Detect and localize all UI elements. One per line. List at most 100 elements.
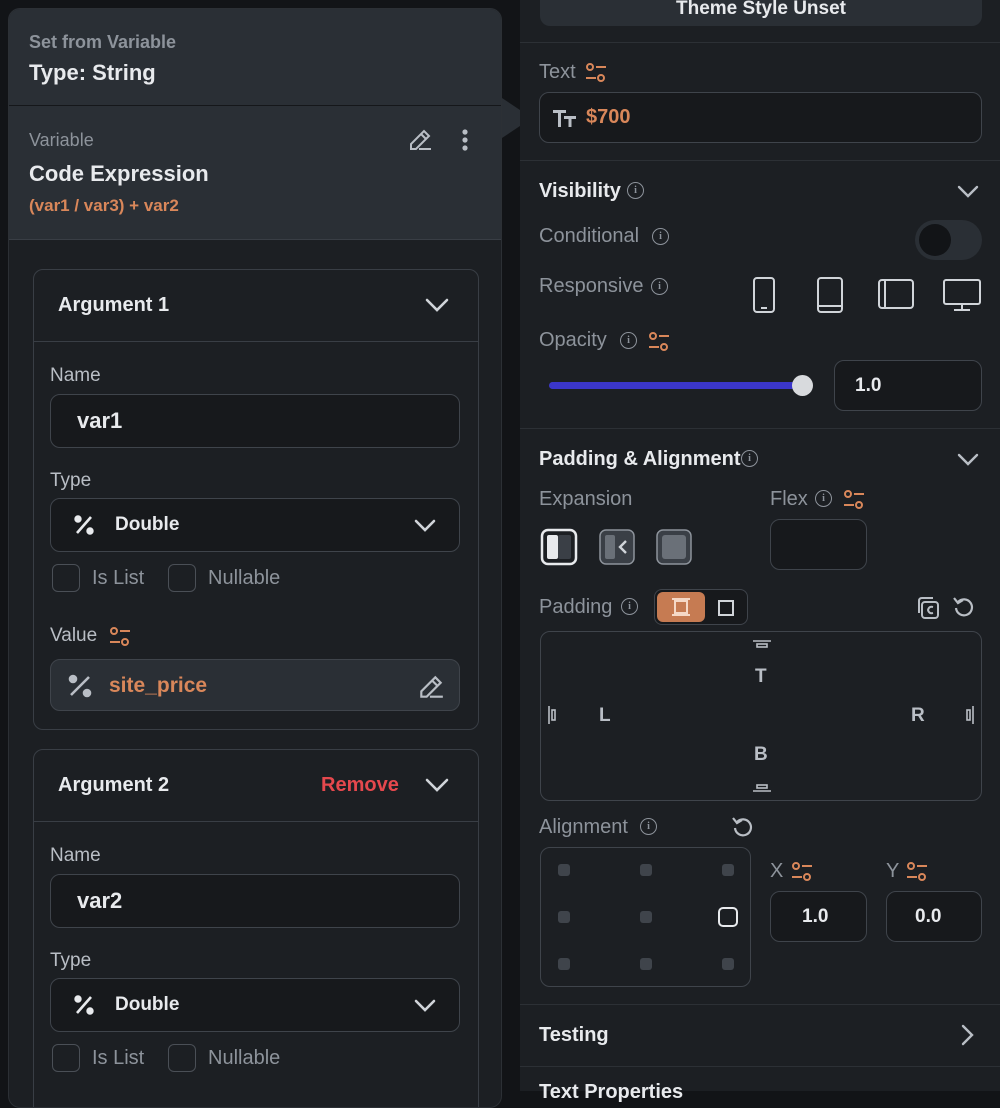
chevron-right-icon[interactable] — [960, 1023, 976, 1047]
name-value: var1 — [77, 408, 123, 433]
argument-2-header[interactable]: Argument 2 Remove — [34, 750, 478, 822]
percent-icon — [73, 514, 95, 536]
padding-right-handle[interactable] — [965, 705, 975, 725]
desktop-icon[interactable] — [942, 278, 982, 312]
nullable-checkbox[interactable] — [168, 564, 196, 592]
remove-argument-button[interactable]: Remove — [321, 774, 399, 797]
info-icon[interactable]: i — [620, 332, 637, 349]
padding-left-handle[interactable] — [547, 705, 557, 725]
alignment-y-input[interactable]: 0.0 — [886, 891, 982, 942]
padding-editor: T L R B — [540, 631, 982, 801]
is-list-label: Is List — [92, 1047, 145, 1069]
is-list-checkbox[interactable] — [52, 564, 80, 592]
variable-section[interactable]: Variable Code Expression (var1 / var3) +… — [9, 106, 501, 239]
next-section-title[interactable]: Text Properties — [539, 1081, 683, 1104]
padding-alignment-title: Padding & Alignment — [539, 448, 741, 470]
name-field[interactable]: var1 — [50, 394, 460, 448]
opacity-slider-fill — [549, 382, 803, 389]
alignment-grid[interactable] — [540, 847, 751, 987]
variable-label: Variable — [29, 130, 94, 150]
more-options-icon[interactable] — [453, 127, 477, 153]
align-center-right-selected[interactable] — [718, 907, 738, 927]
conditional-toggle[interactable] — [915, 220, 982, 260]
theme-style-label: Theme Style Unset — [676, 0, 846, 19]
type-label: Type — [50, 470, 92, 491]
percent-icon — [73, 994, 95, 1016]
align-bottom-left[interactable] — [558, 958, 570, 970]
text-label: Text — [539, 61, 576, 83]
edit-icon[interactable] — [407, 127, 433, 153]
chevron-down-icon[interactable] — [956, 184, 980, 200]
align-bottom-right[interactable] — [722, 958, 734, 970]
padding-bottom-label: B — [754, 744, 768, 765]
variable-binding-icon[interactable] — [584, 62, 608, 84]
name-field[interactable]: var2 — [50, 874, 460, 928]
info-icon[interactable]: i — [815, 490, 832, 507]
expansion-expanded-icon[interactable] — [655, 528, 693, 566]
percent-icon — [67, 673, 93, 699]
opacity-slider[interactable] — [549, 375, 813, 396]
alignment-x-input[interactable]: 1.0 — [770, 891, 867, 942]
value-field[interactable]: site_price — [50, 659, 460, 711]
info-icon[interactable]: i — [651, 278, 668, 295]
is-list-label: Is List — [92, 567, 145, 589]
chevron-down-icon[interactable] — [956, 452, 980, 468]
align-top-right[interactable] — [722, 864, 734, 876]
tablet-landscape-icon[interactable] — [877, 278, 915, 310]
padding-top-handle[interactable] — [752, 639, 772, 649]
nullable-label: Nullable — [208, 567, 281, 589]
text-value-field[interactable]: $700 — [539, 92, 982, 143]
argument-1-header[interactable]: Argument 1 — [34, 270, 478, 342]
info-icon[interactable]: i — [652, 228, 669, 245]
info-icon[interactable]: i — [627, 182, 644, 199]
type-select[interactable]: Double — [50, 498, 460, 552]
testing-title[interactable]: Testing — [539, 1024, 609, 1047]
align-center[interactable] — [640, 911, 652, 923]
opacity-slider-thumb[interactable] — [792, 375, 813, 396]
padding-bottom-handle[interactable] — [752, 783, 772, 793]
tablet-icon[interactable] — [816, 276, 844, 314]
variable-binding-icon[interactable] — [790, 861, 814, 883]
nullable-label: Nullable — [208, 1047, 281, 1069]
chevron-down-icon[interactable] — [424, 776, 450, 794]
align-bottom-center[interactable] — [640, 958, 652, 970]
expansion-default-icon[interactable] — [540, 528, 578, 566]
alignment-x-value: 1.0 — [802, 906, 829, 927]
variable-binding-icon[interactable] — [647, 331, 671, 353]
is-list-checkbox[interactable] — [52, 1044, 80, 1072]
phone-icon[interactable] — [752, 276, 776, 314]
reset-icon[interactable] — [731, 815, 755, 839]
info-icon[interactable]: i — [621, 598, 638, 615]
opacity-value: 1.0 — [855, 375, 882, 396]
variable-binding-icon[interactable] — [905, 861, 929, 883]
align-center-left[interactable] — [558, 911, 570, 923]
type-select[interactable]: Double — [50, 978, 460, 1032]
responsive-label: Responsive — [539, 275, 644, 297]
copy-icon[interactable] — [915, 595, 941, 621]
nullable-checkbox[interactable] — [168, 1044, 196, 1072]
edit-icon[interactable] — [417, 673, 445, 701]
info-icon[interactable]: i — [640, 818, 657, 835]
align-top-left[interactable] — [558, 864, 570, 876]
variable-binding-icon[interactable] — [108, 626, 132, 648]
padding-mode-toggle[interactable] — [654, 589, 748, 625]
name-label: Name — [50, 365, 101, 386]
expansion-flexible-icon[interactable] — [598, 528, 636, 566]
variable-binding-icon[interactable] — [842, 489, 866, 511]
chevron-down-icon[interactable] — [424, 296, 450, 314]
alignment-y-value: 0.0 — [915, 906, 942, 927]
flex-input[interactable] — [770, 519, 867, 570]
info-icon[interactable]: i — [741, 450, 758, 467]
align-top-center[interactable] — [640, 864, 652, 876]
value-label: Value — [50, 625, 98, 646]
variable-name: Code Expression — [29, 161, 209, 186]
chevron-down-icon — [413, 998, 437, 1014]
padding-label: Padding — [539, 596, 613, 618]
text-type-icon — [552, 107, 578, 129]
padding-uniform-option[interactable] — [657, 592, 705, 622]
padding-individual-option[interactable] — [717, 599, 735, 617]
properties-panel: Theme Style Unset Text $700 Visibility i… — [520, 0, 1000, 1103]
opacity-input[interactable]: 1.0 — [834, 360, 982, 411]
theme-style-button[interactable]: Theme Style Unset — [540, 0, 982, 26]
reset-icon[interactable] — [952, 595, 976, 619]
